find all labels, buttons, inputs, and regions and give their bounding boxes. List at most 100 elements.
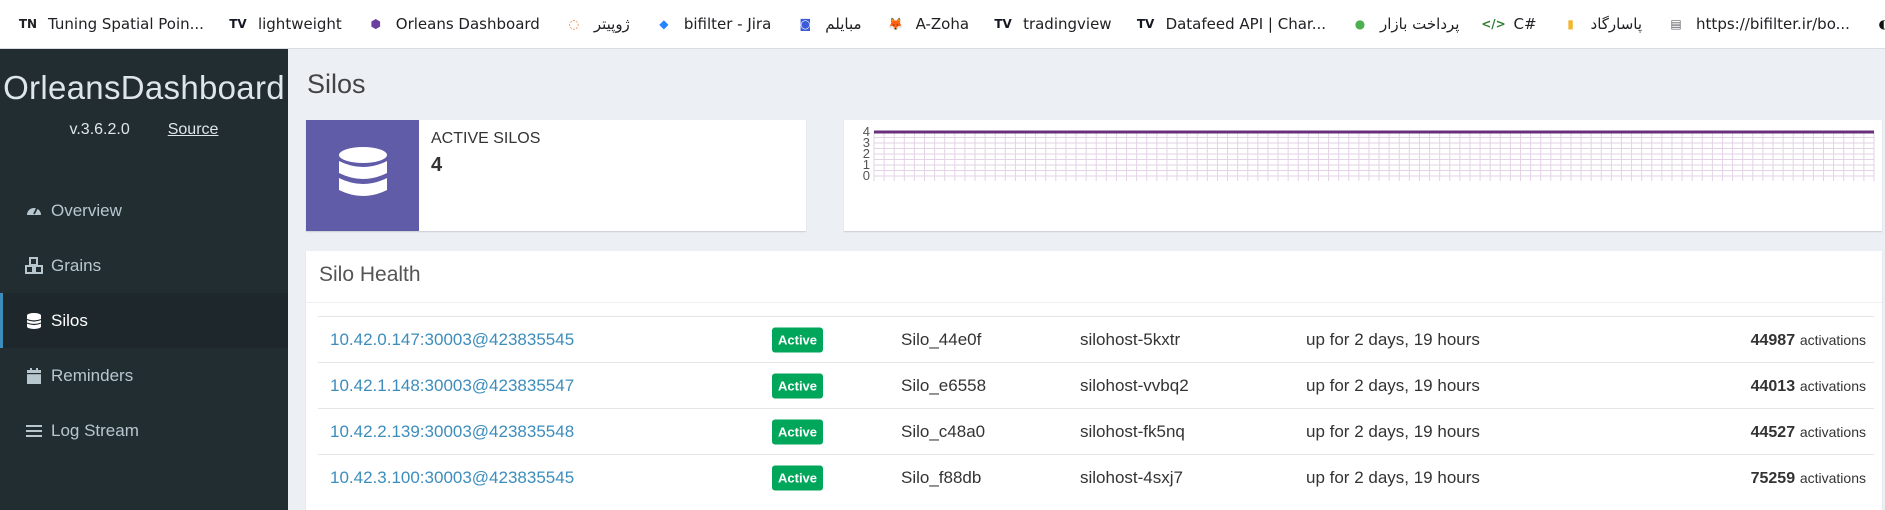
sidebar-item-reminders[interactable]: Reminders (0, 348, 288, 403)
sidebar-meta: v.3.6.2.0 Source (0, 121, 288, 139)
silo-activations: 75259 activations (1751, 468, 1866, 488)
status-badge: Active (772, 373, 824, 398)
silo-host: silohost-4sxj7 (1080, 467, 1183, 487)
silo-host: silohost-vvbq2 (1080, 375, 1189, 395)
table-row: 10.42.1.148:30003@423835547 Active Silo_… (318, 362, 1874, 408)
tn-text-icon: TN (18, 17, 38, 31)
bookmark-item[interactable]: TV lightweight (228, 14, 342, 34)
silo-name: Silo_f88db (901, 467, 982, 487)
status-badge: Active (772, 327, 824, 352)
silo-activations: 44987 activations (1751, 330, 1866, 350)
table-row: 10.42.2.139:30003@423835548 Active Silo_… (318, 408, 1874, 454)
jupyter-icon: ◌ (568, 17, 580, 31)
bookmark-item[interactable]: </> C# (1481, 14, 1537, 34)
silo-health-panel: Silo Health 10.42.0.147:30003@423835545 … (306, 251, 1882, 510)
sidebar-item-grains[interactable]: Grains (0, 238, 288, 293)
bookmark-item[interactable]: TV Datafeed API | Char... (1136, 14, 1326, 34)
main-content: Silos ACTIVE SILOS 4 01234 Silo Health 1… (288, 49, 1885, 510)
code-icon: </> (1481, 17, 1506, 31)
bookmark-item[interactable]: ● پرداخت بازار (1350, 14, 1460, 34)
bookmark-item[interactable]: ▤ https://bifilter.ir/bo... (1666, 14, 1850, 34)
bookmark-label: Datafeed API | Char... (1165, 15, 1326, 33)
silo-address-link[interactable]: 10.42.1.148:30003@423835547 (330, 376, 574, 396)
bookmark-item[interactable]: ◆ bifilter - Jira (654, 14, 771, 34)
activations-label: activations (1799, 469, 1866, 486)
sidebar-nav: Overview Grains Silos Reminders Log Stre… (0, 183, 288, 458)
status-badge: Active (772, 465, 824, 490)
silo-host: silohost-5kxtr (1080, 329, 1181, 349)
tradingview-icon: TV (1136, 17, 1155, 31)
status-badge: Active (772, 419, 824, 444)
bookmark-label: A-Zoha (915, 15, 970, 33)
chart-y-tick-label: 4 (863, 124, 870, 139)
list-icon (25, 422, 43, 440)
bookmark-label: Orleans Dashboard (395, 15, 540, 33)
bookmark-label: C# (1513, 15, 1537, 33)
bookmark-label: https://bifilter.ir/bo... (1696, 15, 1850, 33)
page-icon: ▤ (1670, 17, 1682, 31)
bookmark-label: Tuning Spatial Poin... (48, 15, 204, 33)
gitlab-icon: 🦊 (888, 17, 904, 31)
table-row: 10.42.3.100:30003@423835545 Active Silo_… (318, 454, 1874, 500)
app-icon: ◙ (799, 17, 812, 31)
silo-address-link[interactable]: 10.42.2.139:30003@423835548 (330, 422, 574, 442)
tradingview-icon: TV (994, 17, 1012, 31)
silo-uptime: up for 2 days, 19 hours (1306, 329, 1480, 349)
bookmark-label: ژوپیتر (593, 15, 630, 33)
sidebar: OrleansDashboard v.3.6.2.0 Source Overvi… (0, 49, 288, 510)
folder-icon: ▮ (1567, 17, 1574, 31)
silo-name: Silo_c48a0 (901, 421, 986, 441)
active-silos-label: ACTIVE SILOS (431, 130, 541, 147)
sidebar-item-label: Overview (51, 200, 122, 220)
sidebar-item-label: Silos (51, 310, 88, 330)
bookmark-label: پرداخت بازار (1380, 15, 1460, 33)
bookmark-label: مبایلم (825, 15, 862, 33)
sidebar-item-overview[interactable]: Overview (0, 183, 288, 238)
silo-uptime: up for 2 days, 19 hours (1306, 421, 1480, 441)
sidebar-item-label: Grains (51, 255, 102, 275)
silo-host: silohost-fk5nq (1080, 421, 1185, 441)
activations-label: activations (1799, 377, 1866, 394)
source-link[interactable]: Source (168, 121, 219, 139)
sidebar-item-label: Log Stream (51, 420, 139, 440)
oanda-icon: ◐ (1874, 14, 1885, 34)
bookmark-item[interactable]: ◌ ژوپیتر (564, 14, 630, 34)
bookmarks-bar: TN Tuning Spatial Poin... TV lightweight ⬢ Or… (0, 0, 1885, 49)
bookmark-item[interactable]: ◙ مبایلم (795, 14, 861, 34)
active-silos-count: 4 (431, 154, 443, 176)
sidebar-item-log-stream[interactable]: Log Stream (0, 403, 288, 458)
jira-diamond-icon: ◆ (659, 17, 669, 31)
silo-activations: 44527 activations (1751, 422, 1866, 442)
calendar-icon (25, 367, 43, 385)
table-row: 10.42.0.147:30003@423835545 Active Silo_… (318, 316, 1874, 362)
silos-chart-box: 01234 (844, 120, 1882, 231)
silo-uptime: up for 2 days, 19 hours (1306, 375, 1480, 395)
sidebar-item-silos[interactable]: Silos (0, 293, 288, 348)
bookmark-label: tradingview (1023, 15, 1112, 33)
bookmark-item[interactable]: ◐oanda (1874, 14, 1885, 34)
bookmark-label: lightweight (257, 15, 342, 33)
silo-address-link[interactable]: 10.42.0.147:30003@423835545 (330, 330, 574, 350)
silo-uptime: up for 2 days, 19 hours (1306, 467, 1480, 487)
bookmark-item[interactable]: 🦊 A-Zoha (886, 14, 970, 34)
cubes-icon (25, 256, 43, 275)
activations-count: 44527 (1750, 423, 1796, 441)
bookmark-item[interactable]: ▮ پاسارگاد (1561, 14, 1643, 34)
brand-title[interactable]: OrleansDashboard (0, 69, 288, 107)
silo-name: Silo_e6558 (901, 375, 987, 395)
bookmark-label: bifilter - Jira (683, 15, 772, 33)
bookmark-item[interactable]: ⬢ Orleans Dashboard (366, 14, 540, 34)
bookmark-item[interactable]: TN Tuning Spatial Poin... (18, 14, 204, 34)
database-icon (306, 120, 419, 231)
bookmark-label: پاسارگاد (1590, 15, 1643, 33)
activations-label: activations (1799, 423, 1866, 440)
database-icon (25, 312, 43, 330)
version-label: v.3.6.2.0 (69, 121, 130, 138)
activations-count: 44987 (1750, 331, 1796, 349)
bookmark-item[interactable]: TV tradingview (993, 14, 1112, 34)
silo-address-link[interactable]: 10.42.3.100:30003@423835545 (330, 468, 574, 488)
silos-line-chart: 01234 (863, 124, 1875, 183)
activations-label: activations (1799, 331, 1866, 348)
page-title: Silos (307, 69, 366, 99)
silo-health-title: Silo Health (306, 251, 1882, 303)
